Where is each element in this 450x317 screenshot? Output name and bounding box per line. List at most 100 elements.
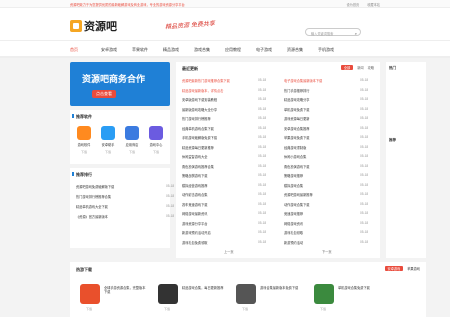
news-row-title[interactable]: 安卓游戏合集推荐 — [284, 127, 310, 131]
news-row-title[interactable]: 新游预约活动 — [284, 241, 303, 245]
news-row-title[interactable]: 模拟经营游戏推荐 — [182, 184, 208, 188]
nav-item-game-collections[interactable]: 游戏合集 — [194, 47, 225, 53]
news-row[interactable]: 精品资源每日更新推荐 05-18 — [182, 145, 266, 150]
app-item[interactable]: 应用商店 下载 — [122, 126, 142, 154]
game-name[interactable]: 精品游戏合集，每日更新推荐 — [182, 286, 226, 290]
news-row-title[interactable]: 手机游戏破解版免费下载 — [182, 136, 217, 140]
app-download[interactable]: 下载 — [122, 150, 142, 154]
tab-all[interactable]: 全部 — [340, 65, 354, 70]
news-row[interactable]: 赛车竞速游戏下载 05-18 — [182, 202, 266, 207]
news-row[interactable]: 电子游戏合集最新版本下载 05-18 — [284, 78, 368, 83]
news-row-title[interactable]: 休闲小游戏合集 — [284, 155, 306, 159]
news-row-title[interactable]: 热门手游推荐排行 — [284, 89, 310, 93]
news-row-title[interactable]: 游戏资源每日更新 — [284, 117, 310, 121]
nav-item-resource-collections[interactable]: 资源合集 — [287, 47, 318, 53]
news-row-title[interactable]: 经典单机游戏合集下载 — [182, 127, 214, 131]
game-download[interactable]: 下载 — [242, 307, 248, 311]
list-item-title[interactable]: 资源吧游戏免费破解版下载 — [76, 185, 114, 189]
news-row-title[interactable]: 角色扮演游戏下载 — [284, 165, 310, 169]
news-row[interactable]: 新游戏预约活动开启 05-18 — [182, 230, 266, 235]
news-row-title[interactable]: 赛车竞速游戏下载 — [182, 203, 208, 207]
game-name[interactable]: 单机游戏合集免费下载 — [338, 286, 382, 290]
news-row[interactable]: 新游预约活动 05-18 — [284, 240, 368, 245]
news-row-title[interactable]: 经典游戏重制版 — [284, 146, 306, 150]
news-row[interactable]: 网络游戏最新资讯 05-18 — [182, 211, 266, 216]
news-row[interactable]: 角色扮演游戏推荐合集 05-18 — [182, 164, 266, 169]
news-row[interactable]: 模拟游戏合集 05-18 — [284, 183, 368, 188]
news-row-title[interactable]: 精品游戏最新版本，详情点击 — [182, 89, 223, 93]
news-row[interactable]: 经典单机游戏合集下载 05-18 — [182, 126, 266, 131]
app-item[interactable]: 安卓助手 下载 — [98, 126, 118, 154]
game-download[interactable]: 下载 — [320, 307, 326, 311]
news-row-title[interactable]: 游戏资源分享平台 — [182, 222, 208, 226]
news-row[interactable]: 策略战棋游戏下载 05-18 — [182, 173, 266, 178]
news-row[interactable]: 精品游戏最新版本，详情点击 05-18 — [182, 88, 266, 93]
list-item-title[interactable]: 精品单机游戏大全下载 — [76, 205, 108, 209]
news-row-title[interactable]: 网络游戏最新资讯 — [182, 212, 208, 216]
news-row-title[interactable]: 最新版游戏攻略大全分享 — [182, 108, 217, 112]
news-row-title[interactable]: 游戏礼包领取 — [284, 231, 303, 235]
banner-button[interactable]: 点击查看 — [92, 90, 116, 98]
news-row-title[interactable]: 策略游戏推荐 — [284, 174, 303, 178]
news-row-title[interactable]: 动作射击游戏合集 — [182, 193, 208, 197]
news-row[interactable]: 游戏礼包免费领取 05-18 — [182, 240, 266, 245]
list-item-title[interactable]: 热门游戏排行榜推荐合集 — [76, 195, 111, 199]
news-row[interactable]: 精品游戏攻略分享 05-18 — [284, 97, 368, 102]
news-row[interactable]: 网络游戏资讯 05-18 — [284, 221, 368, 226]
news-row-title[interactable]: 休闲益智游戏大全 — [182, 155, 208, 159]
news-row[interactable]: 游戏礼包领取 05-18 — [284, 230, 368, 235]
nav-item-featured-games[interactable]: 精品游戏 — [163, 47, 194, 53]
search-input[interactable]: 输入关键词搜索 — [311, 31, 333, 36]
news-row[interactable]: 单机游戏免费下载 05-18 — [284, 107, 368, 112]
game-item[interactable]: 游戏合集最新版本免费下载 下载 — [236, 284, 306, 314]
game-download[interactable]: 下载 — [164, 307, 170, 311]
news-row-title[interactable]: 角色扮演游戏推荐合集 — [182, 165, 214, 169]
news-row[interactable]: 热门手游推荐排行 05-18 — [284, 88, 368, 93]
news-row-title[interactable]: 资源吧游戏最新推荐 — [284, 193, 313, 197]
news-row-title[interactable]: 模拟游戏合集 — [284, 184, 303, 188]
business-banner[interactable]: 资源吧商务合作 点击查看 — [70, 62, 170, 106]
app-download[interactable]: 下载 — [98, 150, 118, 154]
search-icon[interactable]: ⌕ — [355, 31, 357, 36]
news-row[interactable]: 热门游戏排行榜推荐 05-18 — [182, 116, 266, 121]
news-row[interactable]: 资源吧游戏最新推荐 05-18 — [284, 192, 368, 197]
news-row-title[interactable]: 精品资源每日更新推荐 — [182, 146, 214, 150]
search-box[interactable]: 输入关键词搜索 ⌕ — [305, 28, 361, 36]
bookmark-link[interactable]: 收藏本站 — [367, 2, 380, 7]
tab-guides[interactable]: 攻略 — [368, 65, 374, 70]
news-row-title[interactable]: 游戏礼包免费领取 — [182, 241, 208, 245]
news-row-title[interactable]: 竞速游戏推荐 — [284, 212, 303, 216]
nav-item-mobile-games[interactable]: 手机游戏 — [318, 47, 349, 53]
game-item[interactable]: 单机游戏合集免费下载 下载 — [314, 284, 384, 314]
list-item[interactable]: 《资源》官方最新版本 05-18 — [76, 214, 174, 219]
nav-item-tutorials[interactable]: 应用教程 — [225, 47, 256, 53]
news-row-title[interactable]: 动作游戏合集下载 — [284, 203, 310, 207]
news-row[interactable]: 游戏资源分享平台 05-18 — [182, 221, 266, 226]
news-row[interactable]: 动作游戏合集下载 05-18 — [284, 202, 368, 207]
news-row[interactable]: 最新版游戏攻略大全分享 05-18 — [182, 107, 266, 112]
news-row[interactable]: 经典游戏重制版 05-18 — [284, 145, 368, 150]
game-name[interactable]: 全球手游资源合集，完整版本下载 — [104, 286, 148, 294]
news-row-title[interactable]: 新游戏预约活动开启 — [182, 231, 211, 235]
game-download[interactable]: 下载 — [86, 307, 92, 311]
news-row[interactable]: 角色扮演游戏下载 05-18 — [284, 164, 368, 169]
news-row-title[interactable]: 热门游戏排行榜推荐 — [182, 117, 211, 121]
news-row[interactable]: 手机游戏破解版免费下载 05-18 — [182, 135, 266, 140]
app-item[interactable]: 游戏中心 下载 — [146, 126, 166, 154]
news-row[interactable]: 休闲益智游戏大全 05-18 — [182, 154, 266, 159]
tab-android-games[interactable]: 安卓游戏 — [384, 266, 404, 271]
site-logo[interactable]: 资源吧 — [70, 18, 117, 34]
app-download[interactable]: 下载 — [146, 150, 166, 154]
nav-item-apple-software[interactable]: 苹果软件 — [132, 47, 163, 53]
news-row[interactable]: 策略游戏推荐 05-18 — [284, 173, 368, 178]
nav-item-electronic-games[interactable]: 电子游戏 — [256, 47, 287, 53]
news-row[interactable]: 竞速游戏推荐 05-18 — [284, 211, 368, 216]
news-row-title[interactable]: 网络游戏资讯 — [284, 222, 303, 226]
news-row-title[interactable]: 精品游戏攻略分享 — [284, 98, 310, 102]
news-row[interactable]: 安卓版游戏下载安装教程 05-18 — [182, 97, 266, 102]
news-row[interactable]: 资源吧最新热门游戏推荐合集下载 05-18 — [182, 78, 266, 83]
next-page-button[interactable]: 下一页 — [322, 249, 332, 254]
news-row[interactable]: 苹果游戏免费下载 05-18 — [284, 135, 368, 140]
list-item[interactable]: 精品单机游戏大全下载 05-18 — [76, 204, 174, 209]
list-item-title[interactable]: 《资源》官方最新版本 — [76, 215, 108, 219]
